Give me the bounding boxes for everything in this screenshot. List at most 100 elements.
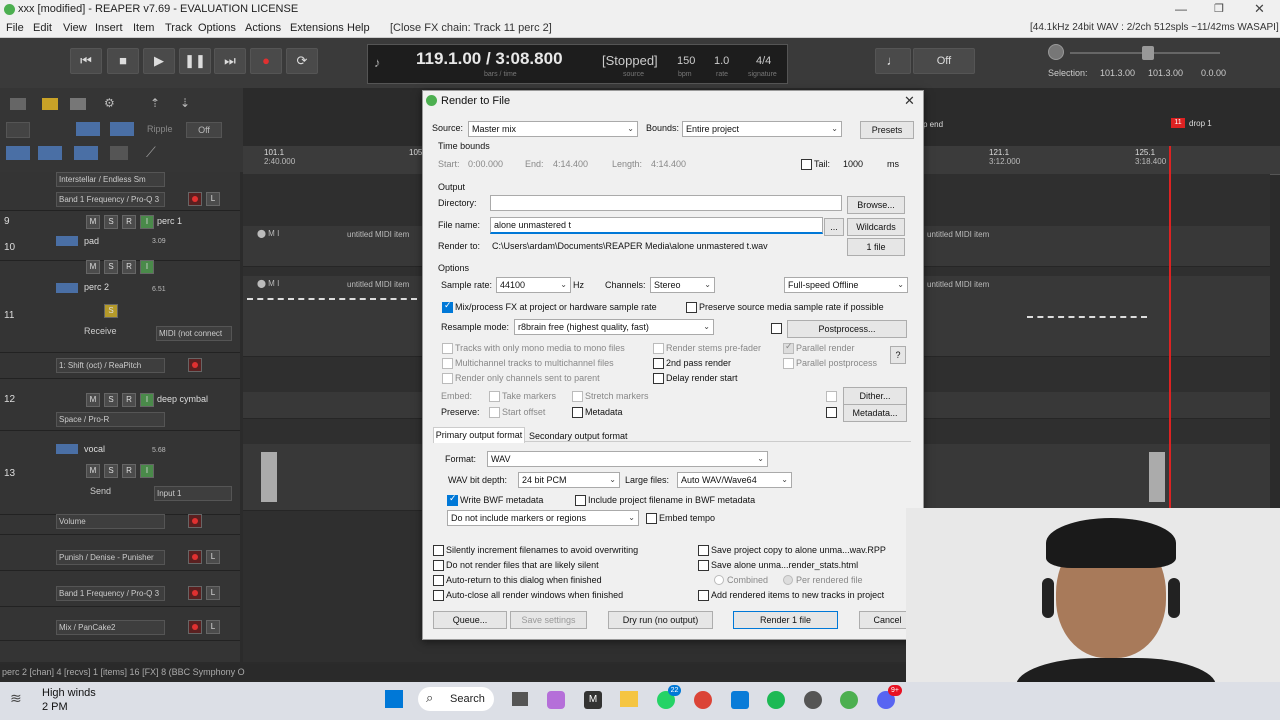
weather-title[interactable]: High winds — [42, 687, 96, 699]
track-volume-13[interactable]: 5.68 — [152, 447, 166, 454]
track-volume-10[interactable]: 3.09 — [152, 238, 166, 245]
route-button[interactable]: R — [122, 464, 136, 478]
resample-dropdown[interactable]: r8brain free (highest quality, fast) ⌄ — [514, 319, 714, 335]
multichannel-checkbox[interactable] — [442, 358, 453, 369]
go-to-start-button[interactable]: ⏮ — [70, 48, 102, 74]
length-value[interactable]: 4:14.400 — [651, 159, 686, 169]
weather-sub[interactable]: 2 PM — [42, 701, 68, 713]
fx-button[interactable]: I — [140, 393, 154, 407]
render-stems-checkbox[interactable] — [653, 343, 664, 354]
midi-item-label[interactable]: untitled MIDI item — [927, 230, 989, 239]
locking-icon[interactable] — [110, 122, 134, 136]
metadata-enable-checkbox[interactable] — [826, 407, 837, 418]
midi-input-slot[interactable]: MIDI (not connect — [156, 326, 232, 341]
snap-icon[interactable] — [76, 122, 100, 136]
lane-toggle-button[interactable]: L — [206, 586, 220, 600]
lock-icon[interactable] — [110, 146, 128, 160]
source-dropdown[interactable]: Master mix ⌄ — [468, 121, 638, 137]
pause-button[interactable]: ❚❚ — [179, 48, 211, 74]
record-arm-icon[interactable] — [188, 550, 202, 564]
audio-status[interactable]: [44.1kHz 24bit WAV : 2/2ch 512spls ~11/4… — [1030, 22, 1279, 33]
open-folder-icon[interactable] — [42, 98, 58, 110]
metadata-button[interactable]: Metadata... — [843, 404, 907, 422]
envelope-proq[interactable]: Band 1 Frequency / Pro-Q 3 L — [0, 582, 240, 607]
envelope-pancake[interactable]: Mix / PanCake2 L — [0, 616, 240, 641]
new-project-icon[interactable] — [10, 98, 26, 110]
close-window-icon[interactable]: ✕ — [1254, 1, 1265, 17]
mute-button[interactable]: M — [86, 260, 100, 274]
markers-dropdown[interactable]: Do not include markers or regions ⌄ — [447, 510, 639, 526]
dither-button[interactable]: Dither... — [843, 387, 907, 405]
track-row-9[interactable]: 9 M S R I perc 1 10 pad 3.09 — [0, 212, 240, 261]
menu-track[interactable]: Track — [165, 22, 192, 34]
record-arm-icon[interactable] — [188, 192, 202, 206]
input-slot[interactable]: Input 1 — [154, 486, 232, 501]
time-signature[interactable]: 4/4 — [756, 55, 771, 67]
stretch-markers-checkbox[interactable] — [572, 391, 583, 402]
repeat-button[interactable]: ⟳ — [286, 48, 318, 74]
do-not-render-checkbox[interactable] — [433, 560, 444, 571]
envelope-pancake-label[interactable]: Mix / PanCake2 — [56, 620, 165, 635]
record-arm-icon[interactable] — [188, 358, 202, 372]
parallel-post-checkbox[interactable] — [783, 358, 794, 369]
receive-button[interactable]: Receive — [84, 326, 117, 336]
envelope-volume[interactable]: Volume — [0, 510, 240, 535]
region-number[interactable]: 11 — [1171, 118, 1185, 128]
solo-button[interactable]: S — [104, 215, 118, 229]
track-row-8[interactable]: Interstellar / Endless Sm Band 1 Frequen… — [0, 172, 240, 211]
record-arm-icon[interactable] — [188, 586, 202, 600]
record-arm-icon[interactable] — [188, 514, 202, 528]
tab-primary-format[interactable]: Primary output format — [433, 427, 525, 443]
stop-button[interactable]: ■ — [107, 48, 139, 74]
largefiles-dropdown[interactable]: Auto WAV/Wave64 ⌄ — [677, 472, 792, 488]
format-dropdown[interactable]: WAV ⌄ — [487, 451, 768, 467]
track-row-13[interactable]: vocal 5.68 13 M S R I Send Input 1 — [0, 438, 240, 515]
filename-input[interactable]: alone unmastered t — [490, 217, 823, 234]
lane-toggle-button[interactable]: L — [206, 550, 220, 564]
razor-icon[interactable]: ⟋ — [146, 144, 156, 161]
undo-arrow-icon[interactable]: ⇡ — [150, 96, 160, 110]
fx-button[interactable]: I — [140, 464, 154, 478]
track-name-10[interactable]: pad — [84, 236, 99, 246]
store-icon[interactable] — [731, 691, 749, 709]
audio-item[interactable] — [1149, 452, 1165, 502]
take-markers-checkbox[interactable] — [489, 391, 500, 402]
mono-tracks-checkbox[interactable] — [442, 343, 453, 354]
mute-button[interactable]: M — [86, 393, 100, 407]
embed-tempo-checkbox[interactable] — [646, 513, 657, 524]
copilot-icon[interactable] — [547, 691, 565, 709]
midi-item-label[interactable]: ⬤ M I — [257, 229, 279, 238]
grid-icon[interactable] — [6, 122, 30, 138]
menu-help[interactable]: Help — [347, 22, 370, 34]
per-rendered-radio[interactable] — [783, 575, 793, 585]
selection-length[interactable]: 0.0.00 — [1201, 68, 1226, 78]
master-volume-knob[interactable] — [1048, 44, 1064, 60]
browse-button[interactable]: Browse... — [847, 196, 905, 214]
save-copy-checkbox[interactable] — [698, 545, 709, 556]
bounds-dropdown[interactable]: Entire project ⌄ — [682, 121, 842, 137]
preserve-rate-checkbox[interactable] — [686, 302, 697, 313]
marker-end[interactable]: p end — [923, 120, 943, 129]
postprocess-checkbox[interactable] — [771, 323, 782, 334]
mute-button[interactable]: M — [86, 464, 100, 478]
midi-item-label[interactable]: untitled MIDI item — [927, 280, 989, 289]
region-name[interactable]: drop 1 — [1189, 119, 1212, 128]
postprocess-button[interactable]: Postprocess... — [787, 320, 907, 338]
bitdepth-dropdown[interactable]: 24 bit PCM ⌄ — [518, 472, 620, 488]
render-speed-dropdown[interactable]: Full-speed Offline ⌄ — [784, 277, 908, 293]
menu-view[interactable]: View — [63, 22, 87, 34]
presets-button[interactable]: Presets — [860, 121, 914, 139]
task-view-icon[interactable] — [512, 692, 528, 706]
cross-icon[interactable] — [74, 146, 98, 160]
ripple-dropdown[interactable]: Off — [186, 122, 222, 138]
start-offset-checkbox[interactable] — [489, 407, 500, 418]
track-name-12[interactable]: deep cymbal — [157, 394, 208, 404]
route-button[interactable]: R — [122, 260, 136, 274]
menu-extensions[interactable]: Extensions — [290, 22, 344, 34]
save-icon[interactable] — [70, 98, 86, 110]
menu-item[interactable]: Item — [133, 22, 154, 34]
redo-arrow-icon[interactable]: ⇣ — [180, 96, 190, 110]
app-icon[interactable]: M — [584, 691, 602, 709]
reaper-taskbar-icon[interactable] — [840, 691, 858, 709]
file-count-button[interactable]: 1 file — [847, 238, 905, 256]
